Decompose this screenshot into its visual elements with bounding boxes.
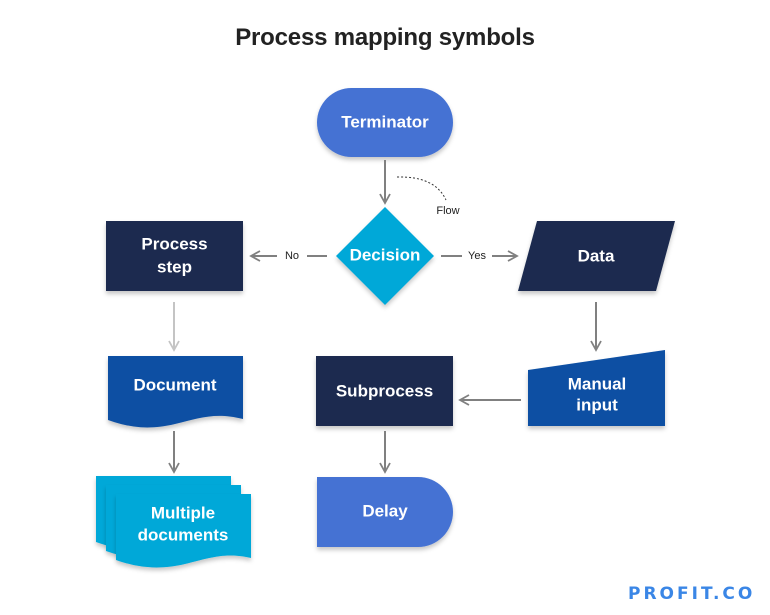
- decision-node[interactable]: Decision: [336, 207, 434, 305]
- process-step-label-line1: Process: [141, 234, 207, 253]
- document-node[interactable]: Document: [108, 356, 243, 428]
- multiple-documents-label-line2: documents: [138, 525, 229, 544]
- multiple-documents-node[interactable]: Multiple documents: [96, 476, 251, 568]
- process-step-label-line2: step: [157, 257, 192, 276]
- terminator-label: Terminator: [341, 112, 429, 131]
- profit-co-logo: PROFIT.CO: [628, 584, 756, 604]
- decision-label: Decision: [350, 245, 421, 264]
- subprocess-label: Subprocess: [336, 381, 433, 400]
- data-node[interactable]: Data: [518, 221, 675, 291]
- process-step-node[interactable]: Process step: [106, 221, 243, 291]
- data-label: Data: [578, 246, 615, 265]
- yes-label: Yes: [468, 250, 486, 262]
- manual-input-label-line1: Manual: [568, 374, 627, 393]
- delay-node[interactable]: Delay: [317, 477, 453, 547]
- subprocess-node[interactable]: Subprocess: [316, 356, 453, 426]
- flow-annotation-curve: [396, 176, 447, 201]
- document-label: Document: [133, 375, 216, 394]
- multiple-documents-label-line1: Multiple: [151, 503, 215, 522]
- terminator-node[interactable]: Terminator: [317, 88, 453, 157]
- flow-label: Flow: [436, 205, 459, 217]
- manual-input-label-line2: input: [576, 395, 618, 414]
- flowchart-diagram: Terminator Flow Decision No Yes Process …: [96, 88, 675, 568]
- process-step-shape: [106, 221, 243, 291]
- no-label: No: [285, 250, 299, 262]
- manual-input-node[interactable]: Manual input: [528, 350, 665, 426]
- delay-label: Delay: [362, 501, 408, 520]
